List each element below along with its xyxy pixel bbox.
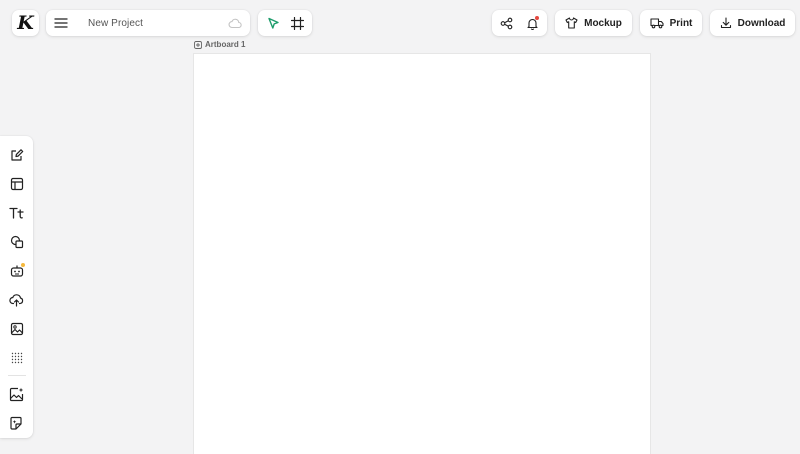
sidebar-item-text[interactable] — [0, 199, 33, 228]
artboard-name: Artboard 1 — [205, 40, 246, 49]
print-button[interactable]: Print — [640, 10, 702, 36]
artboard-canvas[interactable] — [193, 53, 651, 454]
print-label: Print — [669, 17, 693, 29]
logo-letter: K — [17, 11, 34, 34]
sidebar-divider — [7, 375, 26, 377]
sticker-sparkle-icon — [9, 416, 24, 431]
left-sidebar — [0, 136, 33, 438]
pencil-square-icon — [10, 148, 24, 162]
shapes-icon — [10, 235, 24, 249]
canvas-tools — [258, 10, 312, 36]
sidebar-item-patterns[interactable] — [0, 343, 33, 372]
download-label: Download — [737, 17, 786, 29]
dot-grid-icon — [11, 352, 23, 364]
sidebar-item-sticker-generator[interactable] — [0, 409, 33, 438]
bell-icon[interactable] — [520, 11, 544, 35]
cloud-icon[interactable] — [222, 10, 248, 36]
project-bar: New Project — [46, 10, 250, 36]
text-icon — [9, 206, 24, 220]
download-button[interactable]: Download — [710, 10, 795, 36]
mockup-label: Mockup — [584, 17, 622, 29]
artboard-label[interactable]: Artboard 1 — [194, 40, 245, 49]
cursor-select-icon[interactable] — [261, 11, 285, 35]
plus-square-icon — [194, 40, 202, 49]
layout-icon — [10, 177, 24, 191]
mockup-button[interactable]: Mockup — [555, 10, 632, 36]
share-notify-group — [492, 10, 547, 36]
sidebar-item-uploads[interactable] — [0, 286, 33, 315]
app-logo[interactable]: K — [12, 10, 39, 36]
sidebar-item-image-generator[interactable] — [0, 380, 33, 409]
sidebar-item-photos[interactable] — [0, 314, 33, 343]
new-badge — [20, 261, 26, 268]
image-icon — [10, 322, 24, 336]
sidebar-item-templates[interactable] — [0, 170, 33, 199]
truck-icon — [650, 17, 664, 29]
tshirt-icon — [565, 17, 578, 29]
hamburger-menu-icon[interactable] — [46, 10, 76, 36]
share-icon[interactable] — [495, 11, 519, 35]
sidebar-item-shapes[interactable] — [0, 228, 33, 257]
frame-crop-icon[interactable] — [285, 11, 309, 35]
image-sparkle-icon — [9, 387, 24, 402]
sidebar-item-ai-assistant[interactable] — [0, 257, 33, 286]
download-icon — [720, 17, 732, 29]
project-name-input[interactable]: New Project — [88, 18, 222, 29]
upload-cloud-icon — [9, 293, 24, 307]
sidebar-item-edit[interactable] — [0, 141, 33, 170]
